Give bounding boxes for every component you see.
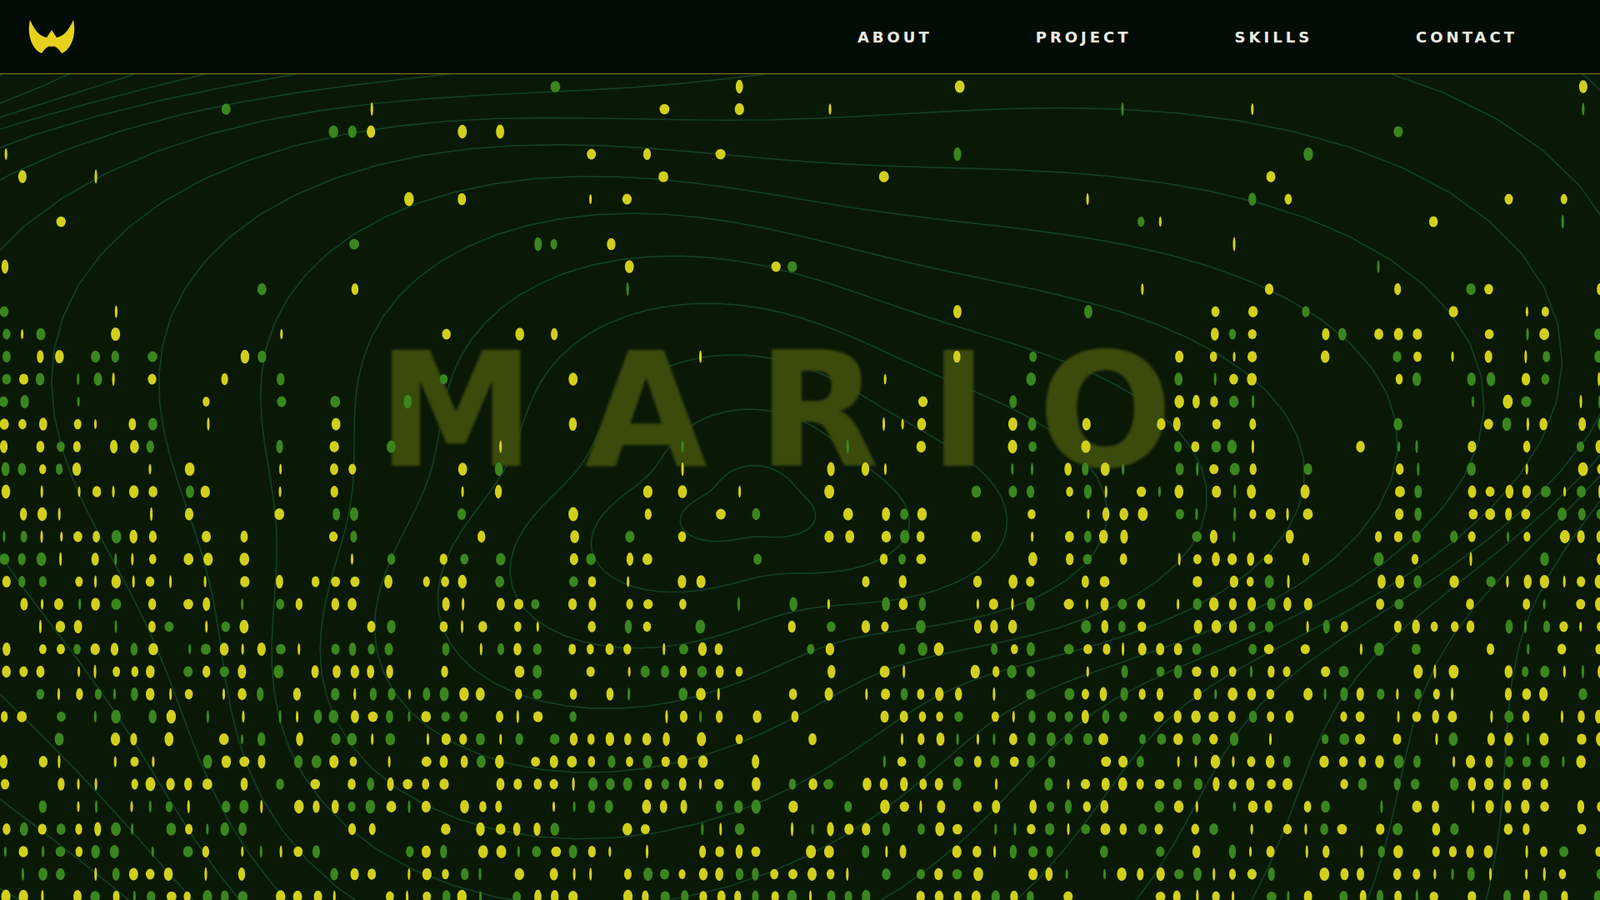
hero: MARIO xyxy=(0,74,1600,900)
nav-link[interactable]: CONTACT xyxy=(1415,23,1518,51)
logo-mask-icon[interactable] xyxy=(27,17,76,56)
nav-bar: ABOUT PROJECT SKILLS CONTACT xyxy=(0,0,1600,75)
page: ABOUT PROJECT SKILLS CONTACT MARIO xyxy=(0,0,1600,900)
hero-title: MARIO xyxy=(377,324,1224,499)
nav-link[interactable]: ABOUT xyxy=(857,23,933,51)
nav-link[interactable]: SKILLS xyxy=(1235,23,1314,51)
nav-link[interactable]: PROJECT xyxy=(1035,23,1132,51)
nav-links: ABOUT PROJECT SKILLS CONTACT xyxy=(857,23,1518,51)
